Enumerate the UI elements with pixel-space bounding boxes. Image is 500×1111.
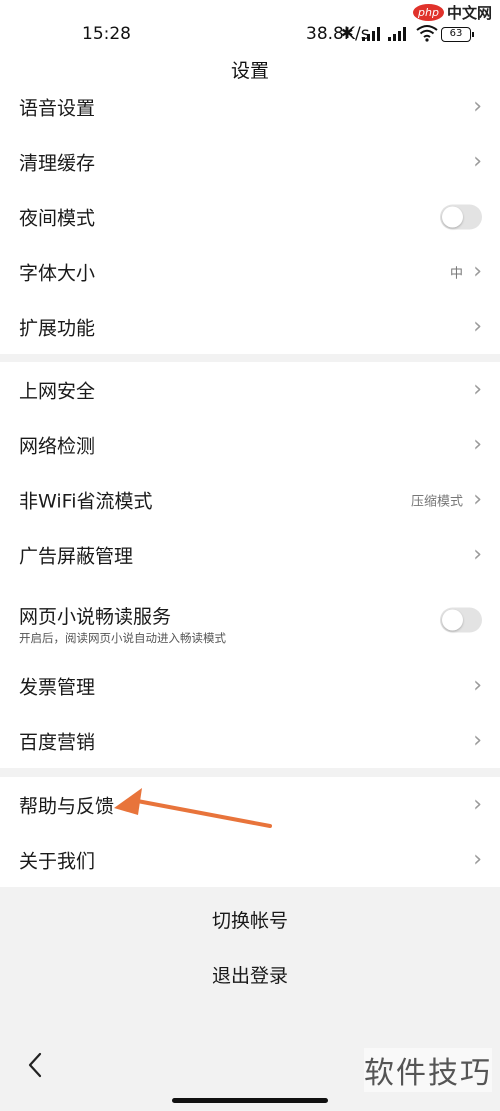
setting-row-clear-cache[interactable]: 清理缓存 › [0,134,500,189]
setting-row-novel-reader: 网页小说畅读服务 开启后，阅读网页小说自动进入畅读模式 [0,582,500,658]
setting-row-help-feedback[interactable]: 帮助与反馈 › [0,777,500,832]
setting-label: 清理缓存 [19,152,96,174]
settings-section-help: 帮助与反馈 › 关于我们 › [0,777,500,887]
switch-account-button[interactable]: 切换帐号 [0,894,500,949]
setting-row-night-mode: 夜间模式 [0,189,500,244]
chevron-right-icon: › [473,93,482,119]
setting-label: 帮助与反馈 [19,795,115,817]
home-indicator[interactable] [172,1098,328,1103]
chevron-right-icon: › [473,486,482,512]
watermark-badge: php [413,4,444,21]
status-time: 15:28 [82,24,131,44]
setting-label: 扩展功能 [19,317,96,339]
chevron-right-icon: › [473,727,482,753]
setting-label: 夜间模式 [19,207,96,229]
signal-icon [362,27,382,41]
setting-label: 广告屏蔽管理 [19,545,134,567]
novel-reader-toggle[interactable] [440,607,482,633]
setting-row-voice[interactable]: 语音设置 › [0,79,500,134]
setting-row-baidu-marketing[interactable]: 百度营销 › [0,713,500,768]
setting-row-font-size[interactable]: 字体大小 中 › [0,244,500,299]
setting-label: 上网安全 [19,380,96,402]
battery-icon: 63 [441,27,474,42]
watermark-text: 中文网 [446,4,492,22]
setting-value: 中 [449,266,463,281]
setting-row-data-saver[interactable]: 非WiFi省流模式 压缩模式 › [0,472,500,527]
chevron-right-icon: › [473,313,482,339]
chevron-right-icon: › [473,791,482,817]
settings-section-network: 上网安全 › 网络检测 › 非WiFi省流模式 压缩模式 › 广告屏蔽管理 › … [0,362,500,768]
night-mode-toggle[interactable] [440,204,482,229]
chevron-right-icon: › [473,672,482,698]
setting-label: 网页小说畅读服务 [19,606,172,628]
chevron-right-icon: › [473,541,482,567]
setting-label: 发票管理 [19,676,96,698]
watermark-bottom: 软件技巧 [364,1048,492,1092]
setting-value: 压缩模式 [410,494,463,509]
setting-label: 百度营销 [19,731,96,753]
chevron-right-icon: › [473,376,482,402]
setting-description: 开启后，阅读网页小说自动进入畅读模式 [19,631,226,645]
setting-row-invoice[interactable]: 发票管理 › [0,658,500,713]
setting-label: 非WiFi省流模式 [19,490,153,512]
status-bar: 15:28 38.8K/s ✱ 63 php 中文网 [0,0,500,56]
signal-hd-icon [388,27,410,41]
settings-section-general: 语音设置 › 清理缓存 › 夜间模式 字体大小 中 › 扩展功能 › [0,79,500,354]
network-speed: 38.8K/s [306,24,370,44]
watermark-logo: php 中文网 [413,2,492,23]
setting-row-about[interactable]: 关于我们 › [0,832,500,887]
bluetooth-icon: ✱ [341,24,354,42]
setting-row-extensions[interactable]: 扩展功能 › [0,299,500,354]
chevron-right-icon: › [473,258,482,284]
setting-row-ad-block[interactable]: 广告屏蔽管理 › [0,527,500,582]
setting-label: 关于我们 [19,850,96,872]
setting-row-network-check[interactable]: 网络检测 › [0,417,500,472]
setting-label: 字体大小 [19,262,96,284]
setting-label: 语音设置 [19,97,96,119]
chevron-right-icon: › [473,148,482,174]
logout-button[interactable]: 退出登录 [0,949,500,1004]
chevron-right-icon: › [473,431,482,457]
setting-label: 网络检测 [19,435,96,457]
chevron-right-icon: › [473,846,482,872]
setting-row-web-security[interactable]: 上网安全 › [0,362,500,417]
wifi-icon [416,25,438,42]
back-arrow-icon[interactable] [24,1050,48,1080]
